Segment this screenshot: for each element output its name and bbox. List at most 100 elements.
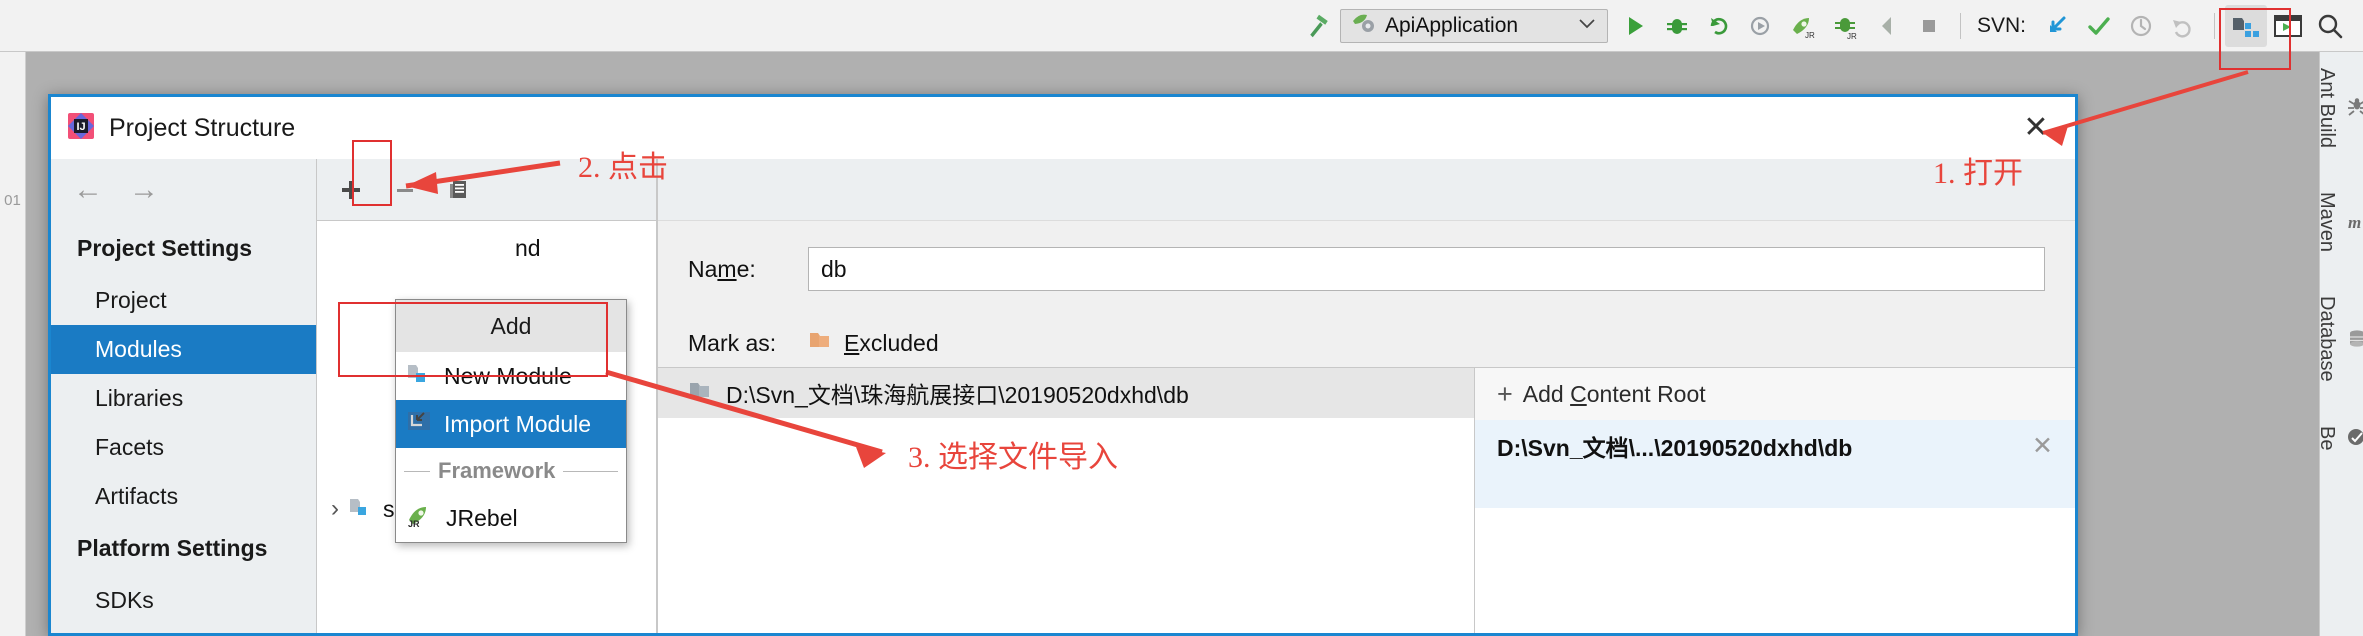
mark-as-value[interactable]: Excluded <box>808 329 939 357</box>
debug-icon[interactable] <box>1656 5 1698 47</box>
rerun-icon[interactable] <box>1698 5 1740 47</box>
name-label: Name: <box>688 255 756 282</box>
close-icon[interactable]: ✕ <box>2019 111 2053 145</box>
folder-icon <box>688 379 714 407</box>
sidebar-item-artifacts[interactable]: Artifacts <box>51 472 316 521</box>
nav-arrow-group: ← → <box>51 159 316 221</box>
sidebar-item-project[interactable]: Project <box>51 276 316 325</box>
plus-icon: + <box>1497 378 1513 409</box>
highlight-rect-project-structure-button <box>2219 8 2291 70</box>
content-root-list-pane: + Add Content Root D:\Svn_文档\...\2019052… <box>1475 367 2075 633</box>
mark-as-row: Mark as: Excluded <box>658 329 2075 357</box>
highlight-rect-import-module <box>338 302 608 377</box>
database-icon <box>2346 328 2363 350</box>
menu-item-label: JRebel <box>446 504 518 531</box>
dialog-body: ← → Project Settings Project Modules Lib… <box>51 159 2075 633</box>
editor-gutter: 01 <box>0 52 26 636</box>
annotation-3: 3. 选择文件导入 <box>908 441 1118 474</box>
menu-item-label: Import Module <box>444 410 592 437</box>
menu-separator-framework: Framework <box>396 448 626 494</box>
dialog-sidebar: ← → Project Settings Project Modules Lib… <box>51 159 317 633</box>
copy-module-button[interactable] <box>437 168 481 212</box>
svg-text:IJ: IJ <box>77 121 86 133</box>
svn-label: SVN: <box>1976 13 2026 37</box>
detail-header-strip <box>658 159 2075 221</box>
dialog-title: Project Structure <box>109 113 296 142</box>
tool-window-bean-validation[interactable]: Be <box>2315 426 2363 450</box>
back-arrow-icon[interactable]: ← <box>73 173 103 207</box>
nav-group-project-settings: Project Settings <box>77 235 253 261</box>
add-content-root-label: Add Content Root <box>1522 380 1706 407</box>
content-root-list-filler <box>1475 472 2075 508</box>
remove-content-root-icon[interactable]: ✕ <box>2032 431 2053 461</box>
add-content-root-button[interactable]: + Add Content Root <box>1475 368 2075 420</box>
content-root-panes: D:\Svn_文档\珠海航展接口\20190520dxhd\db + Add C… <box>658 367 2075 633</box>
toolbar-divider-2 <box>2214 12 2215 39</box>
sidebar-item-sdks[interactable]: SDKs <box>51 576 316 625</box>
content-entry-pane: D:\Svn_文档\珠海航展接口\20190520dxhd\db <box>658 367 1475 633</box>
attach-debugger-icon[interactable] <box>1866 5 1908 47</box>
separator-label: Framework <box>438 458 556 483</box>
screenshot-root: ApiApplication JR JR SVN: 01 Ant Build m… <box>0 0 2363 636</box>
run-configuration-selector[interactable]: ApiApplication <box>1339 8 1608 43</box>
toolbar-divider <box>1959 12 1961 39</box>
import-module-icon <box>406 409 432 439</box>
tool-window-label: Be <box>2316 425 2338 451</box>
nav-group-platform-settings: Platform Settings <box>77 535 268 561</box>
annotation-2: 2. 点击 <box>578 151 668 184</box>
menu-item-import-module[interactable]: Import Module <box>396 400 626 448</box>
tool-window-database[interactable]: Database <box>2315 296 2363 382</box>
ant-icon <box>2346 97 2363 119</box>
tool-window-ant-build[interactable]: Ant Build <box>2315 68 2363 148</box>
content-root-list-item[interactable]: D:\Svn_文档\...\20190520dxhd\db ✕ <box>1475 420 2075 472</box>
svn-update-icon[interactable] <box>2036 5 2078 47</box>
run-icon[interactable] <box>1614 5 1656 47</box>
content-root-item-label: D:\Svn_文档\...\20190520dxhd\db <box>1497 435 1853 461</box>
intellij-idea-icon: IJ <box>67 112 95 145</box>
svn-rollback-icon[interactable] <box>2162 5 2204 47</box>
module-icon <box>349 495 373 523</box>
sidebar-item-modules[interactable]: Modules <box>51 325 316 374</box>
bean-validation-icon <box>2346 427 2363 449</box>
sidebar-item-libraries[interactable]: Libraries <box>51 374 316 423</box>
separator-line-left <box>404 470 430 472</box>
tool-window-maven[interactable]: m Maven <box>2315 192 2363 252</box>
mark-as-label: Mark as: <box>688 329 777 356</box>
svg-text:JR: JR <box>408 519 420 528</box>
content-root-path: D:\Svn_文档\珠海航展接口\20190520dxhd\db <box>726 382 1189 408</box>
forward-arrow-icon[interactable]: → <box>129 173 159 207</box>
svg-text:m: m <box>2348 213 2361 232</box>
sidebar-item-facets[interactable]: Facets <box>51 423 316 472</box>
jrebel-run-icon[interactable]: JR <box>1782 5 1824 47</box>
stop-icon[interactable] <box>1908 5 1950 47</box>
svg-text:JR: JR <box>1847 32 1857 40</box>
build-hammer-icon[interactable] <box>1298 5 1340 47</box>
menu-item-jrebel[interactable]: JR JRebel <box>396 494 626 542</box>
name-input[interactable]: db <box>808 247 2045 291</box>
sidebar-item-global-libraries[interactable]: Global Libraries <box>51 625 316 633</box>
excluded-folder-icon <box>808 329 834 357</box>
right-tool-window-bar: Ant Build m Maven Database Be <box>2316 52 2363 636</box>
svn-commit-icon[interactable] <box>2078 5 2120 47</box>
jrebel-debug-icon[interactable]: JR <box>1824 5 1866 47</box>
tool-window-label: Maven <box>2316 192 2338 253</box>
highlight-rect-add-button <box>352 140 392 206</box>
run-with-coverage-icon[interactable] <box>1740 5 1782 47</box>
name-input-value: db <box>821 255 847 282</box>
search-everywhere-icon[interactable] <box>2309 5 2351 47</box>
content-root-path-row[interactable]: D:\Svn_文档\珠海航展接口\20190520dxhd\db <box>658 368 1474 418</box>
separator-line-right <box>563 470 618 472</box>
mark-as-text: Excluded <box>844 329 939 356</box>
chevron-down-icon[interactable] <box>1577 16 1597 35</box>
jrebel-icon: JR <box>406 502 434 534</box>
gutter-line-number: 01 <box>4 192 21 209</box>
name-field-row: Name: db <box>658 247 2075 291</box>
svg-text:JR: JR <box>1805 31 1815 40</box>
expand-arrow-icon[interactable]: › <box>331 495 339 523</box>
run-config-label: ApiApplication <box>1384 13 1519 37</box>
svn-history-icon[interactable] <box>2120 5 2162 47</box>
annotation-1: 1. 打开 <box>1933 157 2023 190</box>
tool-window-label: Database <box>2316 296 2338 382</box>
ide-main-toolbar: ApiApplication JR JR SVN: <box>0 0 2363 52</box>
run-config-icon <box>1351 11 1377 40</box>
